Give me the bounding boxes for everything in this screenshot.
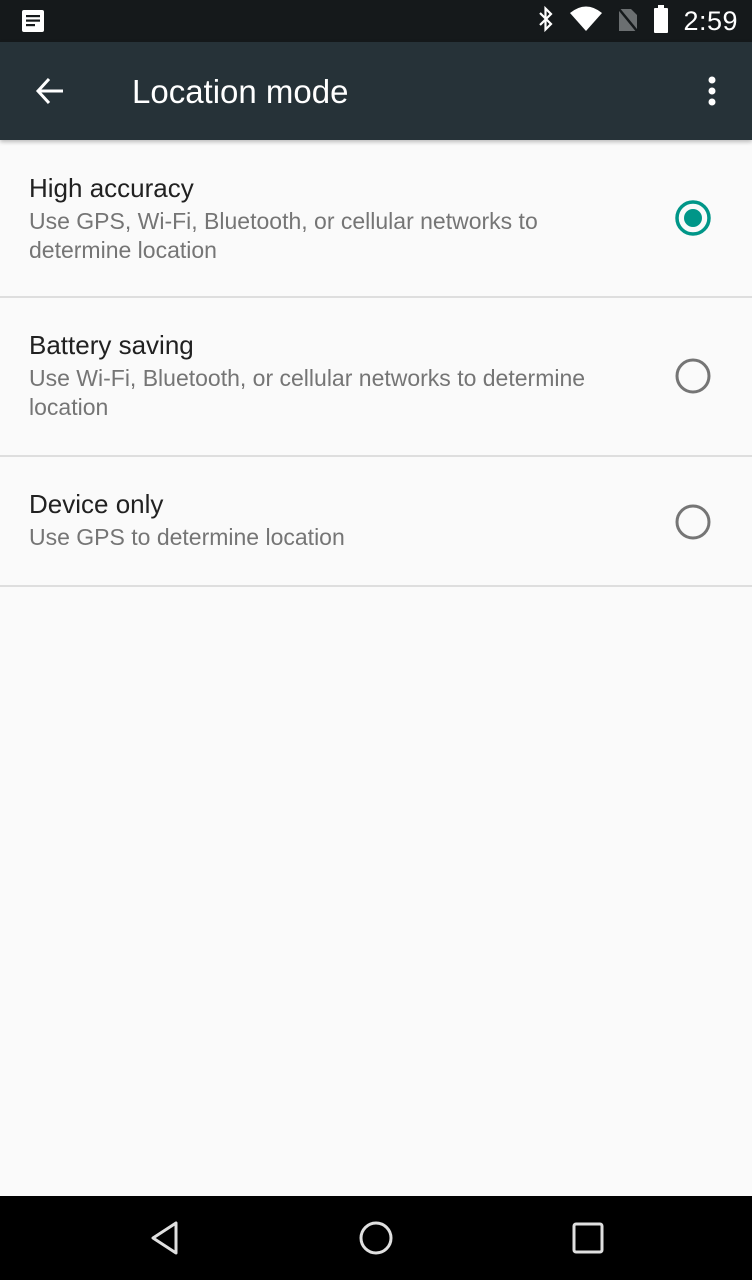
- radio-checked-icon: [675, 200, 711, 236]
- notification-icon: [21, 9, 45, 33]
- option-battery-saving[interactable]: Battery saving Use Wi-Fi, Bluetooth, or …: [0, 298, 752, 457]
- option-summary: Use Wi-Fi, Bluetooth, or cellular networ…: [29, 365, 586, 420]
- status-bar: 2:59: [0, 0, 752, 42]
- option-device-only[interactable]: Device only Use GPS to determine locatio…: [0, 457, 752, 587]
- radio-unchecked-icon: [675, 504, 711, 540]
- navigation-bar: [0, 1196, 752, 1280]
- app-bar: Location mode: [0, 42, 752, 140]
- back-triangle-icon: [151, 1221, 178, 1255]
- more-vert-icon: [708, 76, 716, 106]
- wifi-icon: [569, 6, 603, 37]
- location-mode-list: High accuracy Use GPS, Wi-Fi, Bluetooth,…: [0, 140, 752, 1196]
- bluetooth-icon: [537, 5, 555, 38]
- home-circle-icon: [359, 1221, 393, 1255]
- nav-home-button[interactable]: [352, 1214, 400, 1262]
- option-title: High accuracy: [29, 173, 194, 203]
- nav-back-button[interactable]: [141, 1214, 189, 1262]
- battery-icon: [653, 4, 669, 39]
- option-title: Battery saving: [29, 330, 194, 360]
- recents-square-icon: [572, 1222, 604, 1254]
- nav-recents-button[interactable]: [564, 1214, 612, 1262]
- page-title: Location mode: [132, 73, 349, 110]
- option-title: Device only: [29, 489, 164, 519]
- clock: 2:59: [683, 5, 738, 36]
- radio-device-only[interactable]: [674, 503, 712, 541]
- back-button[interactable]: [26, 67, 74, 115]
- radio-high-accuracy[interactable]: [674, 199, 712, 237]
- more-options-button[interactable]: [694, 67, 730, 115]
- radio-unchecked-icon: [675, 358, 711, 394]
- option-high-accuracy[interactable]: High accuracy Use GPS, Wi-Fi, Bluetooth,…: [0, 140, 752, 298]
- option-summary: Use GPS, Wi-Fi, Bluetooth, or cellular n…: [29, 208, 538, 263]
- no-sim-icon: [617, 5, 639, 38]
- option-summary: Use GPS to determine location: [29, 524, 345, 550]
- radio-battery-saving[interactable]: [674, 357, 712, 395]
- arrow-back-icon: [35, 77, 63, 105]
